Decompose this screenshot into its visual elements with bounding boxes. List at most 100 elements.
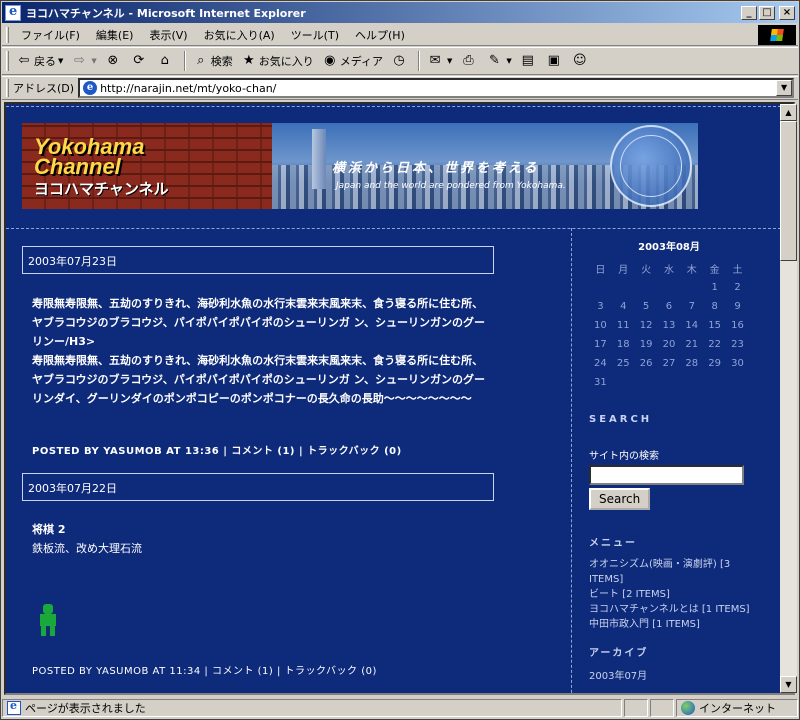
address-bar: アドレス(D) e ▼ <box>2 76 798 100</box>
status-bar: ページが表示されました インターネット <box>2 698 798 718</box>
calendar: 日 月 火 水 木 金 土 1 2 3 4 5 6 7 8 9 10 11 12… <box>589 259 749 392</box>
calendar-day: 19 <box>639 339 653 350</box>
maximize-button[interactable]: □ <box>759 5 775 20</box>
calendar-day: 25 <box>616 358 630 369</box>
status-panel <box>624 699 648 717</box>
comments-link[interactable]: コメント (1) <box>231 446 295 457</box>
home-button[interactable]: ⌂ <box>154 50 178 72</box>
category-link[interactable]: オオニシズム(映画・演劇評) [3 ITEMS] <box>589 557 759 587</box>
back-arrow-icon: ⇦ <box>18 53 30 68</box>
menu-file[interactable]: ファイル(F) <box>13 27 88 43</box>
forward-button[interactable]: ⇨ ▼ <box>68 50 99 72</box>
menu-view[interactable]: 表示(V) <box>141 27 195 43</box>
menu-favorites[interactable]: お気に入り(A) <box>196 27 283 43</box>
post-body: 鉄板流、改め大理石流 <box>32 542 142 555</box>
research-button[interactable]: ▣ <box>543 50 567 72</box>
address-dropdown-icon[interactable]: ▼ <box>776 80 793 96</box>
main-column: 2003年07月23日 寿限無寿限無、五劫のすりきれ、海砂利水魚の水行末雲来末風… <box>22 246 542 677</box>
scroll-thumb[interactable] <box>780 121 797 261</box>
calendar-day: 29 <box>708 358 721 369</box>
calendar-week: 17 18 19 20 21 22 23 <box>589 335 749 354</box>
page-viewport[interactable]: Yokohama Channel ヨコハマチャンネル 横浜から日本、世界を考える… <box>4 102 795 695</box>
category-link[interactable]: ビート [2 ITEMS] <box>589 587 759 602</box>
archive-link[interactable]: 2003年07月 <box>589 667 759 682</box>
minimize-button[interactable]: _ <box>741 5 757 20</box>
category-list: オオニシズム(映画・演劇評) [3 ITEMS] ビート [2 ITEMS] ヨ… <box>589 557 759 632</box>
calendar-weekday: 月 <box>618 265 629 276</box>
trackback-link[interactable]: トラックバック (0) <box>307 446 402 457</box>
standard-toolbar: ⇦ 戻る ▼ ⇨ ▼ ⊗ ⟳ ⌂ ⌕ 検索 ★ お気に入り ◉ メディア ◷ ✉… <box>2 47 798 75</box>
calendar-day: 11 <box>616 320 630 331</box>
close-button[interactable]: × <box>779 5 795 20</box>
favorites-button[interactable]: ★ お気に入り <box>238 50 317 72</box>
ie-app-icon[interactable] <box>5 4 21 21</box>
calendar-week: 1 2 <box>589 278 749 297</box>
city-skyline-image: 横浜から日本、世界を考える Japan and the world are po… <box>272 123 698 209</box>
back-label: 戻る <box>34 55 56 68</box>
scroll-down-button[interactable]: ▼ <box>780 676 797 693</box>
search-button[interactable]: ⌕ 検索 <box>190 50 236 72</box>
back-dropdown-icon[interactable]: ▼ <box>58 57 63 65</box>
title-bar[interactable]: ヨコハマチャンネル - Microsoft Internet Explorer … <box>2 2 798 23</box>
calendar-day: 14 <box>685 320 699 331</box>
history-button[interactable]: ◷ <box>388 50 412 72</box>
site-search-button[interactable]: Search <box>589 488 651 510</box>
toolbar-grip[interactable] <box>6 51 9 71</box>
logo-japanese: ヨコハマチャンネル <box>34 181 169 198</box>
calendar-weekday: 木 <box>686 265 697 276</box>
edit-dropdown-icon[interactable]: ▼ <box>506 57 511 65</box>
calendar-weekday: 土 <box>732 265 743 276</box>
menubar-grip[interactable] <box>6 26 9 43</box>
refresh-button[interactable]: ⟳ <box>128 50 152 72</box>
messenger-button[interactable]: ☺ <box>569 50 593 72</box>
calendar-weekday: 金 <box>709 265 720 276</box>
category-link[interactable]: ヨコハマチャンネルとは [1 ITEMS] <box>589 602 759 617</box>
status-panel <box>650 699 674 717</box>
security-zone-label: インターネット <box>699 702 776 715</box>
addressbar-grip[interactable] <box>6 79 9 97</box>
calendar-day: 15 <box>708 320 721 331</box>
discuss-button[interactable]: ▤ <box>517 50 541 72</box>
post-date-header: 2003年07月22日 <box>22 473 494 501</box>
back-button[interactable]: ⇦ 戻る ▼ <box>13 50 66 72</box>
site-banner[interactable]: Yokohama Channel ヨコハマチャンネル 横浜から日本、世界を考える… <box>22 123 698 209</box>
post-footer: POSTED BY YASUMOB AT 11:34 | コメント (1) | … <box>32 666 377 677</box>
forward-dropdown-icon[interactable]: ▼ <box>91 57 96 65</box>
post-footer: POSTED BY YASUMOB AT 13:36 | コメント (1) | … <box>32 446 402 457</box>
vertical-scrollbar[interactable]: ▲ ▼ <box>780 104 797 693</box>
calendar-day: 1 <box>711 282 718 293</box>
print-icon: ⎙ <box>463 53 474 68</box>
search-heading: SEARCH <box>589 414 653 425</box>
scroll-up-button[interactable]: ▲ <box>780 104 797 121</box>
edit-button[interactable]: ✎ ▼ <box>483 50 514 72</box>
security-zone-panel[interactable]: インターネット <box>676 699 798 717</box>
calendar-day <box>635 373 658 392</box>
address-input[interactable] <box>100 81 771 95</box>
internet-zone-icon <box>681 701 695 715</box>
window-title: ヨコハマチャンネル - Microsoft Internet Explorer <box>26 6 306 20</box>
menu-help[interactable]: ヘルプ(H) <box>347 27 413 43</box>
menu-tools[interactable]: ツール(T) <box>283 27 347 43</box>
column-divider <box>571 228 572 693</box>
mail-dropdown-icon[interactable]: ▼ <box>447 57 452 65</box>
mail-button[interactable]: ✉ ▼ <box>424 50 455 72</box>
site-search-input[interactable] <box>589 465 744 485</box>
post-paragraph: 寿限無寿限無、五劫のすりきれ、海砂利水魚の水行末雲来末風来末、食う寝る所に住む所… <box>32 297 485 348</box>
print-button[interactable]: ⎙ <box>457 50 481 72</box>
permalink-time[interactable]: 11:34 <box>169 666 200 677</box>
category-link[interactable]: 中田市政入門 [1 ITEMS] <box>589 617 759 632</box>
trackback-link[interactable]: トラックバック (0) <box>285 666 377 677</box>
menu-edit[interactable]: 編集(E) <box>88 27 142 43</box>
search-label: 検索 <box>210 55 233 68</box>
comments-link[interactable]: コメント (1) <box>212 666 273 677</box>
permalink-time[interactable]: 13:36 <box>185 446 219 457</box>
calendar-week: 3 4 5 6 7 8 9 <box>589 297 749 316</box>
calendar-day: 31 <box>594 377 607 388</box>
address-field[interactable]: e ▼ <box>78 78 795 98</box>
stop-button[interactable]: ⊗ <box>102 50 126 72</box>
site-search-label: サイト内の検索 <box>589 451 659 462</box>
content-divider <box>6 228 781 229</box>
calendar-day: 22 <box>708 339 721 350</box>
calendar-day: 5 <box>642 301 650 312</box>
media-button[interactable]: ◉ メディア <box>319 50 386 72</box>
